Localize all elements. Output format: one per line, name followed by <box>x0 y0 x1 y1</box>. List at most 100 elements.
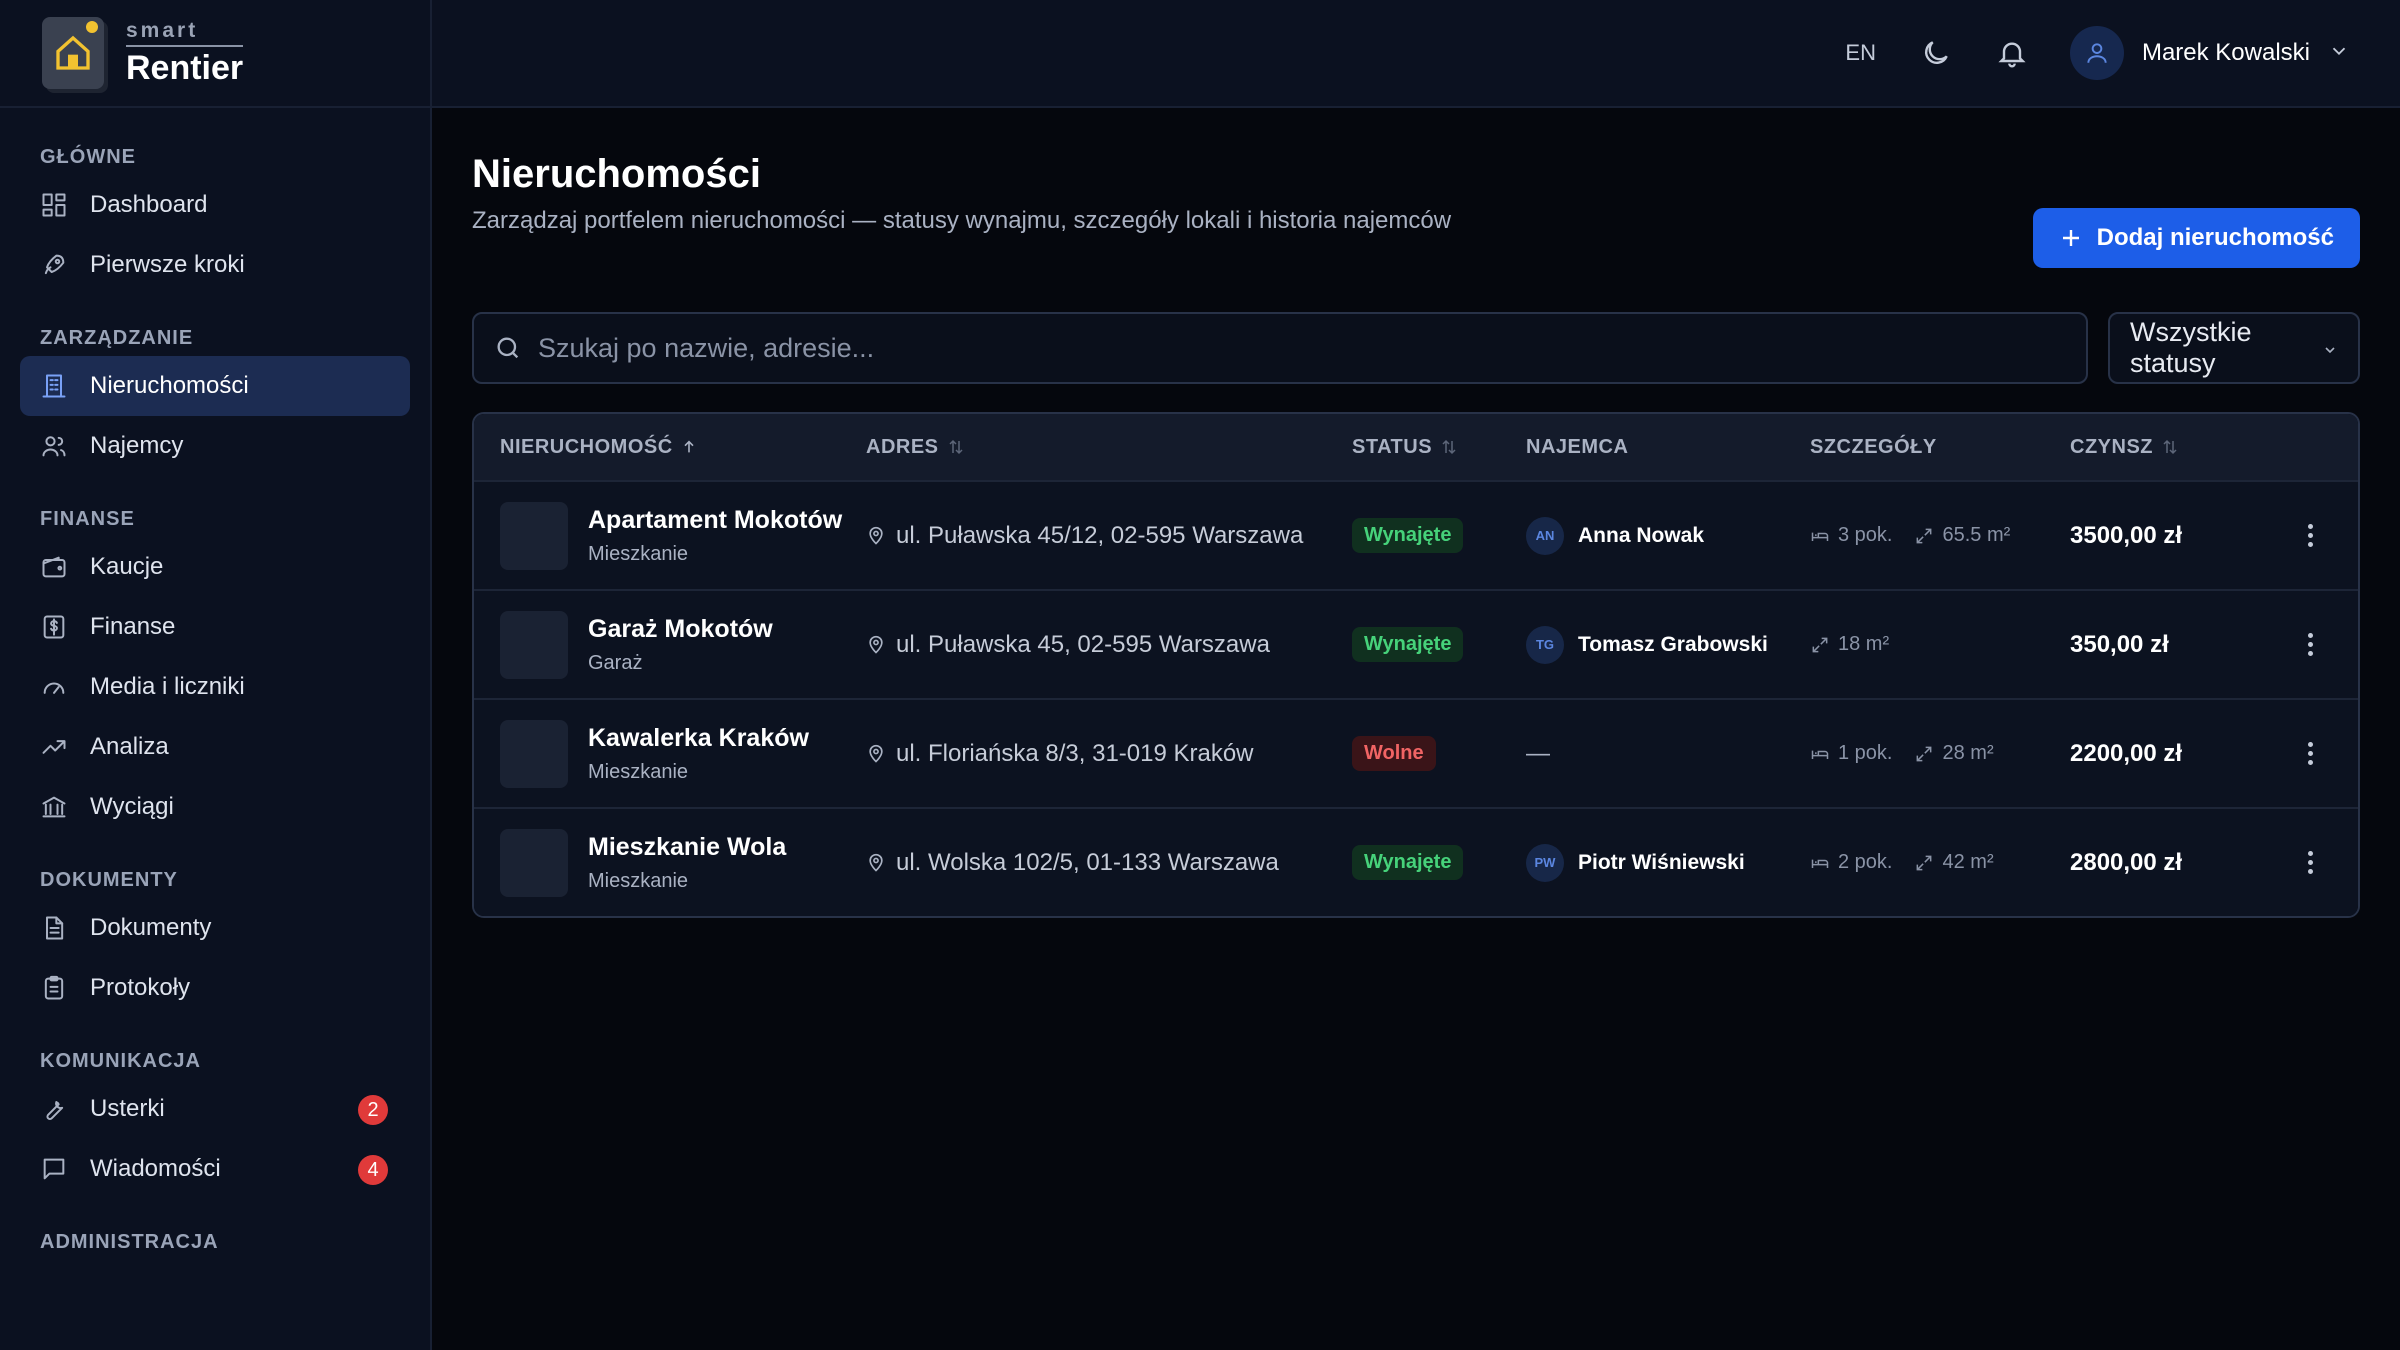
gauge-icon <box>43 682 65 694</box>
column-header-rent[interactable]: CZYNSZ <box>2070 436 2262 459</box>
rent-value: 2800,00 zł <box>2070 848 2183 876</box>
sidebar-item-label: Analiza <box>90 733 169 760</box>
area-detail: 65.5 m² <box>1914 524 2010 547</box>
address-cell: ul. Puławska 45/12, 02-595 Warszawa <box>866 522 1352 550</box>
details-cell: 3 pok. 65.5 m² <box>1810 524 2070 547</box>
property-thumbnail[interactable] <box>500 610 568 679</box>
more-actions-icon[interactable] <box>2307 633 2313 656</box>
property-name[interactable]: Apartament Mokotów <box>588 506 842 535</box>
property-name[interactable]: Mieszkanie Wola <box>588 833 786 862</box>
rent-value: 350,00 zł <box>2070 630 2169 658</box>
property-type: Mieszkanie <box>588 869 689 892</box>
area-detail: 18 m² <box>1810 633 1889 656</box>
rooms-detail: 2 pok. <box>1810 851 1892 874</box>
more-actions-icon[interactable] <box>2307 742 2313 765</box>
nav-section: DOKUMENTY Dokumenty Protokoły <box>20 859 410 1018</box>
sort-icon <box>948 439 963 455</box>
bed-icon <box>1811 859 1829 868</box>
address-cell: ul. Puławska 45, 02-595 Warszawa <box>866 631 1352 659</box>
tenant-avatar: AN <box>1526 516 1564 555</box>
page-subtitle: Zarządzaj portfelem nieruchomości — stat… <box>472 207 1452 234</box>
sidebar-item-finanse[interactable]: Finanse <box>20 597 410 657</box>
sidebar-item-nieruchomosci[interactable]: Nieruchomości <box>20 356 410 416</box>
address-cell: ul. Wolska 102/5, 01-133 Warszawa <box>866 849 1352 877</box>
sidebar-item-label: Dashboard <box>90 191 208 218</box>
status-badge: Wynajęte <box>1352 627 1464 662</box>
table-row[interactable]: Garaż Mokotów Garaż ul. Puławska 45, 02-… <box>474 589 2358 698</box>
moon-icon[interactable] <box>1918 35 1954 71</box>
more-actions-icon[interactable] <box>2307 851 2313 874</box>
sidebar-item-protokoly[interactable]: Protokoły <box>20 958 410 1018</box>
status-filter-select[interactable]: Wszystkie statusy <box>2108 312 2360 384</box>
table-row[interactable]: Apartament Mokotów Mieszkanie ul. Puławs… <box>474 480 2358 589</box>
more-actions-icon[interactable] <box>2307 524 2313 547</box>
search-input[interactable] <box>538 332 2066 364</box>
sidebar-item-label: Nieruchomości <box>90 372 249 399</box>
rent-value: 2200,00 zł <box>2070 739 2183 767</box>
topbar: EN Marek Kowalski <box>432 0 2400 108</box>
rent-value: 3500,00 zł <box>2070 521 2183 549</box>
brand[interactable]: smart Rentier <box>0 0 430 108</box>
property-name[interactable]: Kawalerka Kraków <box>588 724 809 753</box>
sidebar-item-media-i-liczniki[interactable]: Media i liczniki <box>20 657 410 717</box>
area-detail: 42 m² <box>1914 851 1994 874</box>
tenant-cell[interactable]: TG Tomasz Grabowski <box>1526 625 1810 664</box>
sidebar-item-analiza[interactable]: Analiza <box>20 717 410 777</box>
sidebar-item-dokumenty[interactable]: Dokumenty <box>20 898 410 958</box>
sidebar-item-usterki[interactable]: Usterki 2 <box>20 1079 410 1139</box>
tenant-cell[interactable]: PW Piotr Wiśniewski <box>1526 843 1810 882</box>
bell-icon[interactable] <box>1994 35 2030 71</box>
property-thumbnail[interactable] <box>500 828 568 897</box>
sidebar-item-dashboard[interactable]: Dashboard <box>20 175 410 235</box>
details-cell: 18 m² <box>1810 633 2070 656</box>
map-pin-icon <box>869 526 883 545</box>
notification-badge: 2 <box>358 1095 388 1125</box>
property-name[interactable]: Garaż Mokotów <box>588 615 773 644</box>
details-cell: 1 pok. 28 m² <box>1810 742 2070 765</box>
building-icon <box>42 374 66 398</box>
wrench-icon <box>46 1101 64 1120</box>
nav-section: ADMINISTRACJA <box>20 1221 410 1260</box>
sidebar-item-kaucje[interactable]: Kaucje <box>20 537 410 597</box>
column-header-property[interactable]: NIERUCHOMOŚĆ <box>474 436 866 459</box>
brand-small-text: smart <box>126 18 199 42</box>
table-row[interactable]: Mieszkanie Wola Mieszkanie ul. Wolska 10… <box>474 807 2358 916</box>
table-row[interactable]: Kawalerka Kraków Mieszkanie ul. Floriańs… <box>474 698 2358 807</box>
language-switch[interactable]: EN <box>1845 40 1876 66</box>
property-thumbnail[interactable] <box>500 501 568 570</box>
map-pin-icon <box>869 853 883 872</box>
sidebar-item-najemcy[interactable]: Najemcy <box>20 416 410 476</box>
sidebar-nav: GŁÓWNE Dashboard Pierwsze kroki ZARZĄDZA… <box>0 108 430 1260</box>
property-type: Mieszkanie <box>588 760 689 783</box>
sidebar-item-wyciagi[interactable]: Wyciągi <box>20 777 410 837</box>
tenant-avatar: PW <box>1526 843 1564 882</box>
bank-icon <box>42 796 66 818</box>
search-box[interactable] <box>472 312 2088 384</box>
sort-icon <box>2163 439 2177 455</box>
nav-section: KOMUNIKACJA Usterki 2 Wiadomości 4 <box>20 1040 410 1199</box>
tenant-name: Piotr Wiśniewski <box>1578 850 1745 874</box>
properties-table: NIERUCHOMOŚĆ ADRES STATUS NAJEMCA SZCZEG… <box>472 412 2360 918</box>
sidebar-item-label: Finanse <box>90 613 176 640</box>
address-cell: ul. Floriańska 8/3, 31-019 Kraków <box>866 740 1352 768</box>
message-icon <box>43 1158 65 1180</box>
table-header: NIERUCHOMOŚĆ ADRES STATUS NAJEMCA SZCZEG… <box>474 414 2358 480</box>
nav-section-heading: DOKUMENTY <box>40 869 178 891</box>
tenant-cell[interactable]: AN Anna Nowak <box>1526 516 1810 555</box>
column-header-address[interactable]: ADRES <box>866 436 1352 459</box>
sidebar-item-pierwsze-kroki[interactable]: Pierwsze kroki <box>20 235 410 295</box>
expand-icon <box>1917 855 1932 870</box>
user-avatar-icon <box>2069 26 2124 80</box>
sidebar-item-wiadomosci[interactable]: Wiadomości 4 <box>20 1139 410 1199</box>
user-menu[interactable]: Marek Kowalski <box>2069 26 2350 80</box>
sidebar-item-label: Pierwsze kroki <box>90 251 245 278</box>
sidebar-item-label: Wyciągi <box>90 793 174 820</box>
notification-badge: 4 <box>358 1155 388 1185</box>
sidebar-item-label: Media i liczniki <box>90 673 245 700</box>
rooms-detail: 3 pok. <box>1810 524 1892 547</box>
status-badge: Wolne <box>1352 736 1436 771</box>
property-thumbnail[interactable] <box>500 719 568 788</box>
page-title: Nieruchomości <box>472 152 761 196</box>
add-property-button[interactable]: Dodaj nieruchomość <box>2032 208 2360 268</box>
column-header-status[interactable]: STATUS <box>1352 436 1526 459</box>
